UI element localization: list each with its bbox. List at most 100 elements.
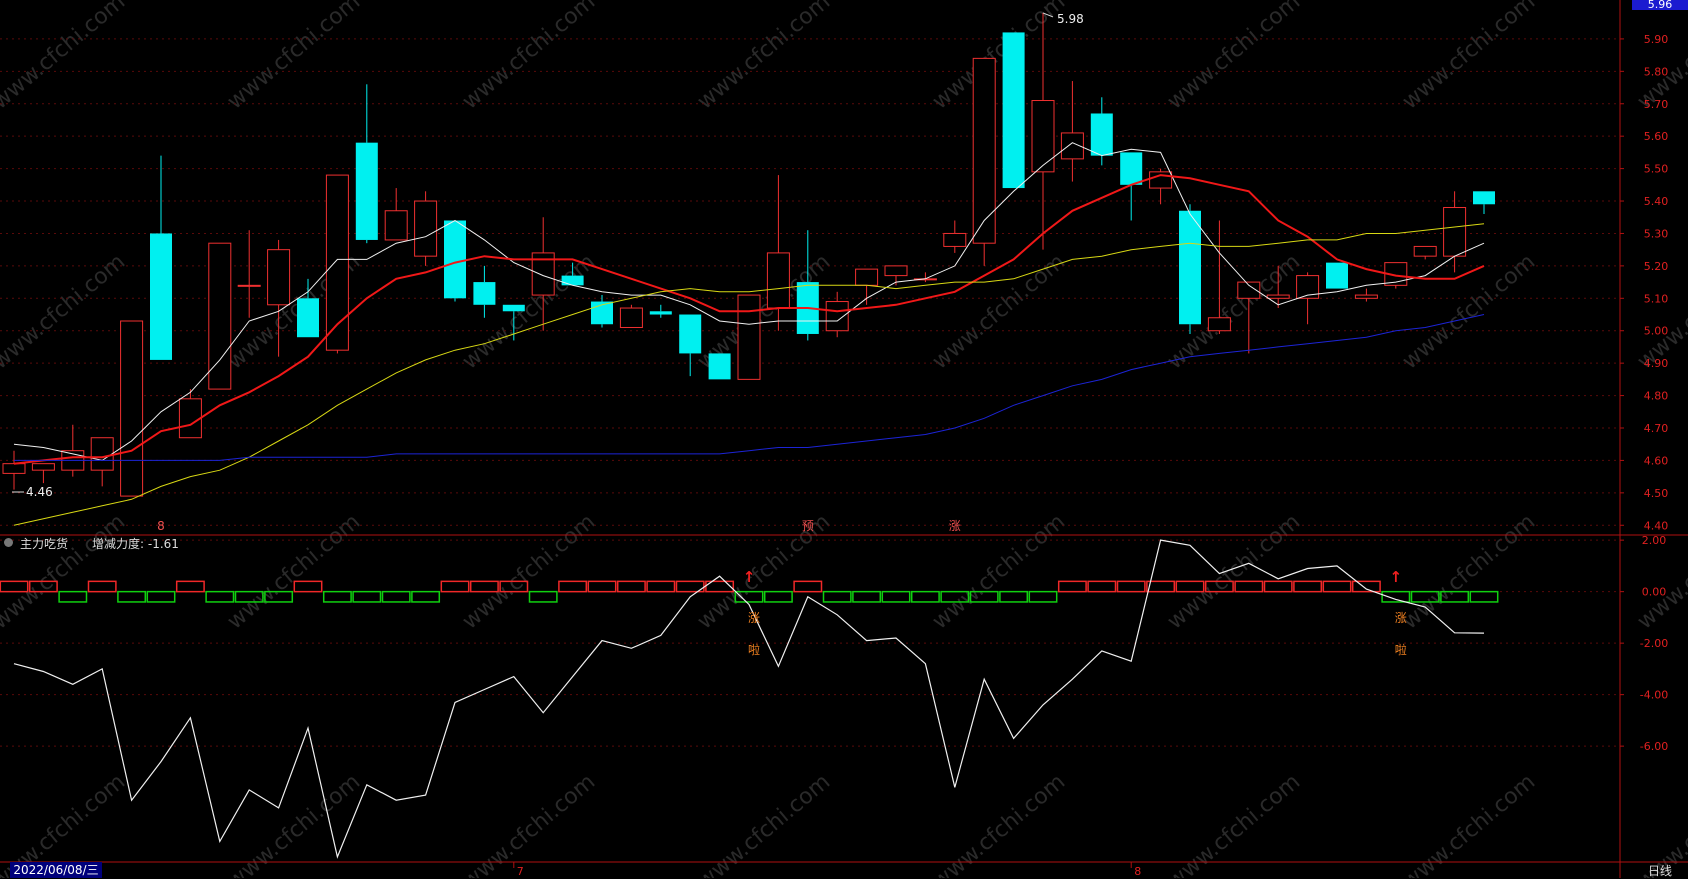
indicator-tick-label: -2.00 [1640, 637, 1668, 650]
indicator-bar [558, 580, 588, 593]
candle-body [1031, 100, 1055, 173]
indicator-bar [999, 590, 1029, 603]
candle-body [619, 307, 643, 328]
watermark-text: www.cfchi.com [1163, 509, 1305, 634]
indicator-bar [1263, 580, 1293, 593]
price-tick-label: 5.50 [1644, 163, 1669, 176]
candle-body [1179, 210, 1201, 325]
current-price-badge: 5.96 [1632, 0, 1688, 10]
watermark-text: www.cfchi.com [1398, 249, 1540, 374]
candle-body [267, 249, 291, 306]
indicator-bar [87, 580, 117, 593]
indicator-signal-label: 涨 [1395, 610, 1407, 625]
up-arrow-icon: ↑ [743, 568, 756, 586]
price-tick-label: 5.90 [1644, 33, 1669, 46]
watermark-text: www.cfchi.com [1163, 0, 1305, 115]
candle-body [1443, 207, 1467, 257]
watermark-text: www.cfchi.com [693, 509, 835, 634]
watermark-text: www.cfchi.com [458, 0, 600, 115]
candle-body [943, 232, 967, 247]
indicator-bar [1087, 580, 1117, 593]
indicator-tick-label: -6.00 [1640, 740, 1668, 753]
watermark-text: www.cfchi.com [928, 0, 1070, 115]
indicator-tick-label: 0.00 [1642, 586, 1667, 599]
candle-body [297, 298, 319, 338]
time-tick-label: 7 [517, 865, 524, 878]
indicator-bar [881, 590, 911, 603]
indicator-bar [117, 590, 147, 603]
price-tick-label: 4.80 [1644, 390, 1669, 403]
candle-body [31, 463, 55, 471]
indicator-bar [1381, 590, 1411, 603]
price-tick-label: 4.50 [1644, 487, 1669, 500]
watermark-text: www.cfchi.com [1398, 509, 1540, 634]
up-arrow-icon: ↑ [1390, 568, 1403, 586]
low-price-label: 4.46 [26, 485, 53, 499]
candle-body [384, 210, 408, 241]
watermark-text: www.cfchi.com [0, 0, 130, 115]
candle-body [679, 314, 702, 354]
indicator-title: 增减力度: -1.61 [92, 537, 179, 551]
indicator-bar [793, 580, 823, 593]
watermark-text: www.cfchi.com [1398, 0, 1540, 115]
watermark-text: www.cfchi.com [0, 249, 130, 374]
indicator-bar [1028, 590, 1058, 603]
indicator-bar [1146, 580, 1176, 593]
candle-body [502, 304, 525, 312]
indicator-tick-label: -4.00 [1640, 689, 1668, 702]
candle-body [825, 301, 849, 332]
candle-body [1002, 32, 1025, 189]
candle-body [473, 282, 496, 305]
price-signal-marker: 8 [157, 519, 165, 533]
candle-body [972, 57, 996, 244]
indicator-toggle-icon[interactable] [4, 538, 13, 547]
watermark-text: www.cfchi.com [458, 509, 600, 634]
indicator-bar [822, 590, 852, 603]
indicator-bar [646, 580, 676, 593]
candle-body [649, 311, 672, 315]
price-signal-marker: 涨 [949, 518, 961, 533]
indicator-bar [322, 590, 352, 603]
price-tick-label: 4.90 [1644, 357, 1669, 370]
indicator-bar [175, 580, 205, 593]
candle-body [1413, 245, 1437, 257]
period-label[interactable]: 日线 [1648, 862, 1672, 879]
indicator-signal-label: 啦 [748, 642, 760, 657]
candle-body [414, 200, 438, 257]
indicator-bar [616, 580, 646, 593]
watermark-text: www.cfchi.com [223, 509, 365, 634]
price-tick-label: 5.70 [1644, 98, 1669, 111]
candle-body [237, 284, 261, 287]
price-tick-label: 5.30 [1644, 227, 1669, 240]
indicator-bar [1469, 590, 1499, 603]
indicator-bar [1057, 580, 1087, 593]
date-cursor-label: 2022/06/08/三 [10, 862, 102, 878]
candle-body [1207, 317, 1231, 332]
candle-body [708, 353, 731, 380]
candle-body [884, 265, 908, 277]
indicator-bar [205, 590, 235, 603]
price-tick-label: 5.00 [1644, 325, 1669, 338]
watermark-text: www.cfchi.com [223, 0, 365, 115]
candle-body [2, 463, 26, 474]
candle-body [1120, 152, 1143, 185]
watermark-text: www.cfchi.com [0, 509, 130, 634]
candle-body [178, 398, 202, 439]
price-tick-label: 5.40 [1644, 195, 1669, 208]
indicator-bar [381, 590, 411, 603]
price-tick-label: 4.60 [1644, 454, 1669, 467]
high-price-label: 5.98 [1057, 12, 1084, 26]
candle-body [855, 268, 879, 286]
price-signal-marker: 预 [802, 519, 814, 533]
price-tick-label: 5.80 [1644, 65, 1669, 78]
time-tick-label: 8 [1134, 865, 1141, 878]
indicator-bar [1293, 580, 1323, 593]
candle-body [561, 275, 584, 286]
indicator-bar [528, 590, 558, 603]
candle-body [1326, 262, 1348, 289]
candle-body [444, 220, 466, 299]
indicator-bar [1322, 580, 1352, 593]
price-tick-label: 4.40 [1644, 519, 1669, 532]
candle-body [90, 437, 114, 471]
candle-body [120, 320, 144, 497]
